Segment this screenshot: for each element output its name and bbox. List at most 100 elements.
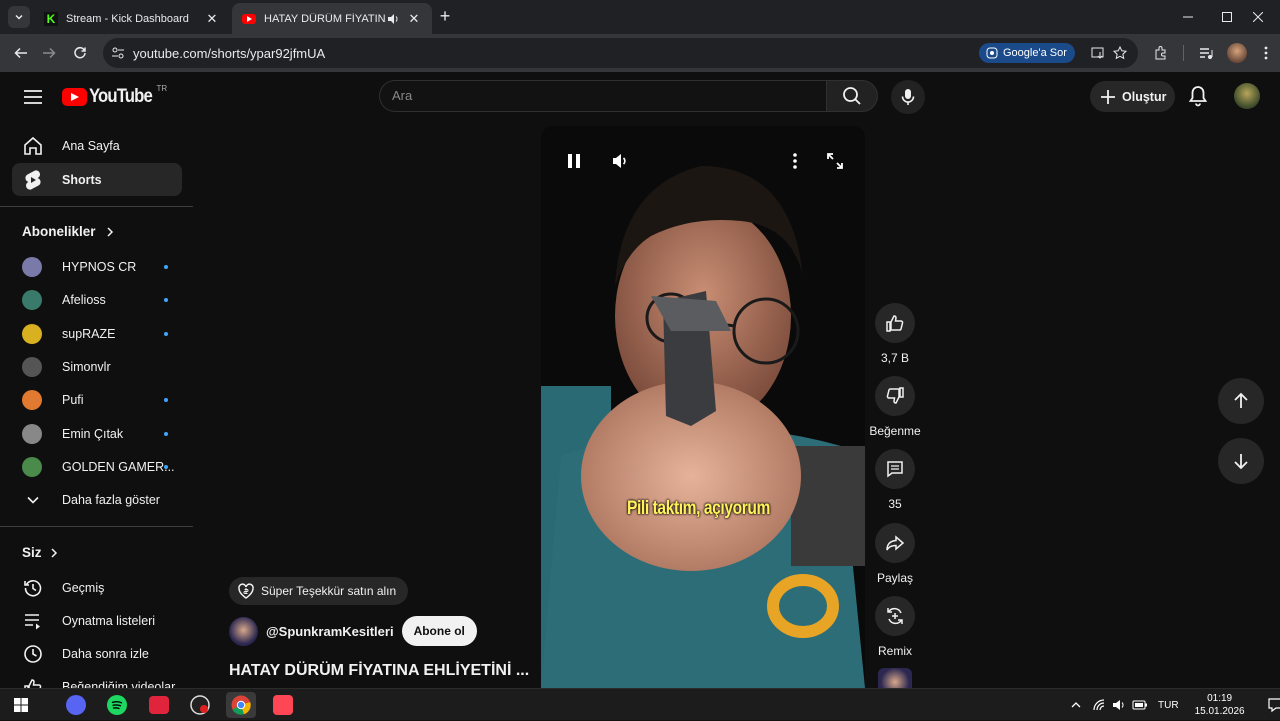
voice-search-button[interactable]: [891, 80, 925, 114]
taskbar: TUR 01:19 15.01.2026: [0, 688, 1280, 720]
share-button[interactable]: Paylaş: [875, 523, 915, 585]
google-ask-label: Google'a Sor: [1003, 47, 1067, 59]
next-short-button[interactable]: [1218, 438, 1264, 484]
short-video-player[interactable]: Pili taktım, açıyorum: [541, 126, 865, 688]
sidebar-item-playlists[interactable]: Oynatma listeleri: [12, 604, 182, 637]
remix-button[interactable]: Remix: [875, 596, 915, 658]
more-vertical-icon[interactable]: [1258, 45, 1274, 61]
chevron-down-icon: [15, 14, 23, 20]
close-tab-icon[interactable]: ✕: [204, 11, 220, 27]
comments-button[interactable]: 35: [875, 449, 915, 511]
app-icon: [149, 696, 169, 714]
like-icon: [21, 675, 45, 688]
chevron-up-icon[interactable]: [1070, 699, 1082, 711]
speaker-icon[interactable]: [386, 12, 400, 26]
subscription-item[interactable]: Emin Çıtak: [12, 417, 182, 450]
taskbar-app-red[interactable]: [144, 692, 174, 718]
previous-short-button[interactable]: [1218, 378, 1264, 424]
tab-search-button[interactable]: [8, 6, 30, 28]
new-tab-button[interactable]: +: [436, 7, 454, 26]
channel-name: supRAZE: [62, 326, 116, 341]
subscription-item[interactable]: Pufi: [12, 383, 182, 416]
account-avatar[interactable]: [1234, 83, 1260, 109]
taskbar-obs[interactable]: [185, 692, 215, 718]
address-bar[interactable]: youtube.com/shorts/ypar92jfmUA Google'a …: [103, 38, 1138, 68]
language-indicator[interactable]: TUR: [1158, 700, 1179, 711]
lens-icon: [986, 47, 998, 59]
sidebar-divider: [0, 526, 193, 527]
browser-tab-youtube[interactable]: HATAY DÜRÜM FİYATINA EHLİYETİNİ ... ✕: [232, 3, 432, 34]
channel-name[interactable]: @SpunkramKesitleri: [266, 624, 394, 639]
taskbar-discord[interactable]: [61, 692, 91, 718]
show-more-button[interactable]: Daha fazla göster: [12, 483, 182, 516]
chevron-down-icon: [21, 488, 45, 512]
like-button[interactable]: 3,7 B: [875, 303, 915, 365]
notification-center-icon[interactable]: [1267, 697, 1280, 713]
subscription-item[interactable]: GOLDEN GAMER...: [12, 450, 182, 483]
reload-button[interactable]: [69, 42, 91, 64]
super-thanks-label: Süper Teşekkür satın alın: [261, 584, 397, 598]
taskbar-valorant[interactable]: [268, 692, 298, 718]
more-options-button[interactable]: [782, 148, 808, 174]
subscription-item[interactable]: HYPNOS CR: [12, 250, 182, 283]
pause-button[interactable]: [561, 148, 587, 174]
channel-avatar: [22, 356, 42, 377]
you-header[interactable]: Siz: [22, 545, 60, 560]
browser-tab-kick[interactable]: K Stream - Kick Dashboard ✕: [34, 3, 230, 34]
taskbar-spotify[interactable]: [102, 692, 132, 718]
fullscreen-button[interactable]: [822, 148, 848, 174]
remix-icon: [887, 607, 903, 625]
search-icon: [843, 87, 861, 105]
install-app-icon[interactable]: [1091, 46, 1105, 60]
youtube-icon: [242, 13, 256, 24]
close-window-button[interactable]: [1236, 0, 1280, 34]
subscription-item[interactable]: Afelioss: [12, 283, 182, 316]
create-label: Oluştur: [1122, 89, 1167, 104]
google-ask-button[interactable]: Google'a Sor: [979, 43, 1075, 63]
subscription-item[interactable]: supRAZE: [12, 317, 182, 350]
close-tab-icon[interactable]: ✕: [406, 11, 422, 27]
dislike-button[interactable]: Beğenme: [869, 376, 921, 438]
forward-button[interactable]: [38, 42, 60, 64]
subscription-item[interactable]: Simonvlr: [12, 350, 182, 383]
channel-avatar[interactable]: [229, 616, 258, 646]
arrow-right-icon: [43, 47, 56, 59]
bookmark-star-icon[interactable]: [1113, 46, 1127, 60]
volume-button[interactable]: [607, 148, 633, 174]
minimize-button[interactable]: [1166, 0, 1210, 34]
search-input[interactable]: Ara: [379, 80, 827, 112]
site-info-icon[interactable]: [111, 46, 125, 60]
minimize-icon: [1183, 16, 1193, 18]
url-text: youtube.com/shorts/ypar92jfmUA: [133, 45, 326, 61]
sidebar-item-home[interactable]: Ana Sayfa: [12, 129, 182, 162]
sidebar-item-watch-later[interactable]: Daha sonra izle: [12, 637, 182, 670]
network-icon[interactable]: [1092, 698, 1106, 712]
notifications-bell-icon[interactable]: [1186, 84, 1210, 108]
subscriptions-header[interactable]: Abonelikler: [22, 224, 116, 239]
short-title[interactable]: HATAY DÜRÜM FİYATINA EHLİYETİNİ ...: [229, 662, 529, 680]
sidebar-item-shorts[interactable]: Shorts: [12, 163, 182, 196]
volume-icon[interactable]: [1112, 698, 1126, 712]
channel-name: Simonvlr: [62, 359, 111, 374]
thumbs-up-icon: [886, 315, 904, 332]
search-button[interactable]: [826, 80, 878, 112]
sidebar-item-history[interactable]: Geçmiş: [12, 571, 182, 604]
battery-icon[interactable]: [1132, 699, 1148, 711]
channel-thumbnail[interactable]: [878, 668, 912, 688]
extensions-icon[interactable]: [1153, 45, 1169, 61]
media-control-icon[interactable]: [1198, 45, 1214, 61]
start-button[interactable]: [6, 692, 36, 718]
taskbar-chrome[interactable]: [226, 692, 256, 718]
sidebar-item-liked-videos[interactable]: Beğendiğim videolar: [12, 670, 182, 688]
sidebar-item-label: Shorts: [62, 172, 102, 187]
arrow-up-icon: [1234, 392, 1248, 408]
super-thanks-icon: [238, 583, 254, 599]
super-thanks-button[interactable]: Süper Teşekkür satın alın: [229, 577, 409, 605]
profile-avatar[interactable]: [1227, 43, 1247, 63]
create-button[interactable]: Oluştur: [1090, 81, 1175, 112]
subscribe-button[interactable]: Abone ol: [401, 616, 477, 646]
channel-avatar: [22, 256, 42, 277]
back-button[interactable]: [10, 42, 32, 64]
clock[interactable]: 01:19 15.01.2026: [1195, 692, 1245, 718]
reload-icon: [74, 46, 86, 59]
